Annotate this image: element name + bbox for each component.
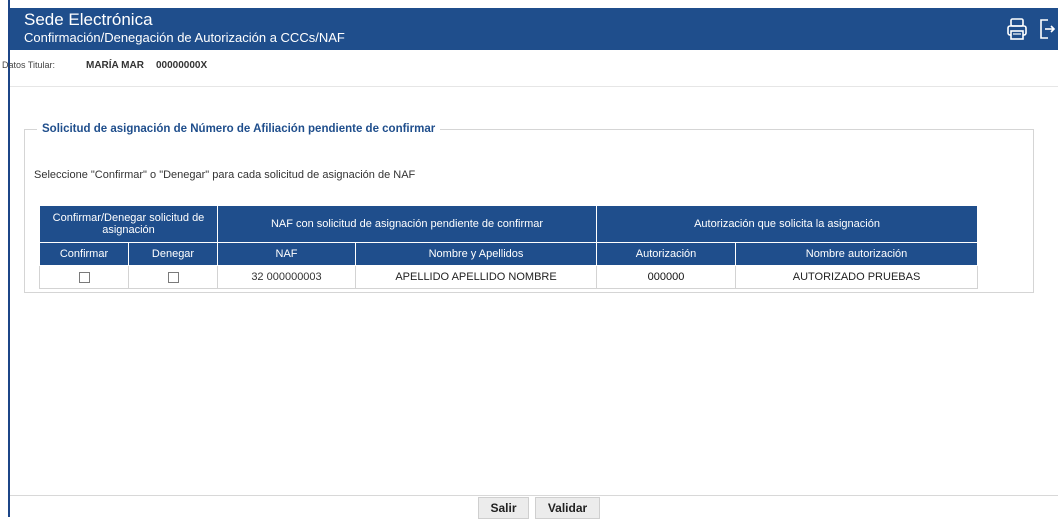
cell-naf: 32 000000003: [217, 265, 356, 289]
group-header-naf: NAF con solicitud de asignación pendient…: [216, 205, 598, 243]
print-icon[interactable]: [1006, 17, 1028, 41]
cell-nombre-autorizacion: AUTORIZADO PRUEBAS: [735, 265, 979, 289]
cell-denegar: [128, 265, 218, 289]
panel-legend: Solicitud de asignación de Número de Afi…: [42, 123, 436, 135]
deny-checkbox[interactable]: [167, 271, 179, 283]
col-header-autorizacion: Autorización: [596, 242, 737, 266]
col-header-confirmar: Confirmar: [39, 242, 129, 266]
page-title: Confirmación/Denegación de Autorización …: [24, 30, 345, 45]
pending-requests-panel: Solicitud de asignación de Número de Afi…: [24, 123, 1034, 293]
col-header-nombre-autorizacion: Nombre autorización: [735, 242, 979, 266]
col-header-nombre: Nombre y Apellidos: [354, 242, 598, 266]
group-header-confirm-deny: Confirmar/Denegar solicitud de asignació…: [39, 205, 218, 243]
app-header: Sede Electrónica Confirmación/Denegación…: [10, 8, 1058, 50]
col-header-naf: NAF: [217, 242, 356, 266]
logout-icon[interactable]: [1038, 17, 1056, 41]
instruction-text: Seleccione "Confirmar" o "Denegar" para …: [34, 169, 416, 181]
requests-table: Confirmar/Denegar solicitud de asignació…: [39, 205, 979, 289]
app-title: Sede Electrónica: [24, 10, 153, 29]
left-border: [8, 0, 10, 517]
validar-button[interactable]: Validar: [535, 497, 600, 519]
header-actions: [1006, 17, 1056, 41]
table-row: 32 000000003 APELLIDO APELLIDO NOMBRE 00…: [39, 265, 979, 289]
cell-autorizacion: 000000: [596, 265, 737, 289]
titular-name: MARÍA MAR: [86, 59, 144, 71]
group-header-authorization: Autorización que solicita la asignación: [596, 205, 979, 243]
col-header-denegar: Denegar: [128, 242, 218, 266]
divider: [10, 86, 1058, 87]
footer-divider: [10, 495, 1058, 496]
confirm-checkbox[interactable]: [78, 271, 90, 283]
salir-button[interactable]: Salir: [478, 497, 529, 519]
cell-confirmar: [39, 265, 129, 289]
cell-nombre: APELLIDO APELLIDO NOMBRE: [354, 265, 598, 289]
titular-document: 00000000X: [156, 59, 208, 71]
titular-label: Datos Titular:: [2, 60, 56, 70]
titular-info: Datos Titular: MARÍA MAR 00000000X: [0, 58, 1058, 72]
